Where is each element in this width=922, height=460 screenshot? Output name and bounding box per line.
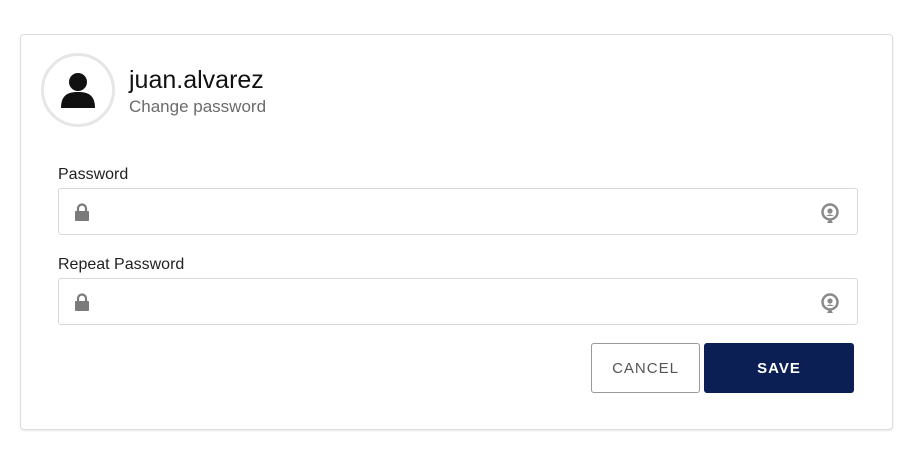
password-label: Password — [58, 166, 129, 183]
password-input[interactable] — [109, 189, 813, 236]
lock-icon — [74, 293, 90, 316]
lock-icon — [74, 203, 90, 226]
show-password-icon[interactable] — [820, 202, 840, 229]
user-icon — [61, 73, 95, 108]
repeat-password-label: Repeat Password — [58, 256, 185, 273]
show-repeat-password-icon[interactable] — [820, 292, 840, 319]
avatar — [41, 53, 115, 127]
username: juan.alvarez — [129, 66, 264, 94]
password-field — [58, 188, 858, 236]
repeat-password-input[interactable] — [109, 279, 813, 326]
repeat-password-field — [58, 278, 858, 326]
save-button[interactable]: SAVE — [704, 343, 854, 393]
change-password-card: juan.alvarez Change password Password Re… — [20, 34, 893, 430]
cancel-button[interactable]: CANCEL — [591, 343, 700, 393]
page-subtitle: Change password — [129, 97, 267, 116]
